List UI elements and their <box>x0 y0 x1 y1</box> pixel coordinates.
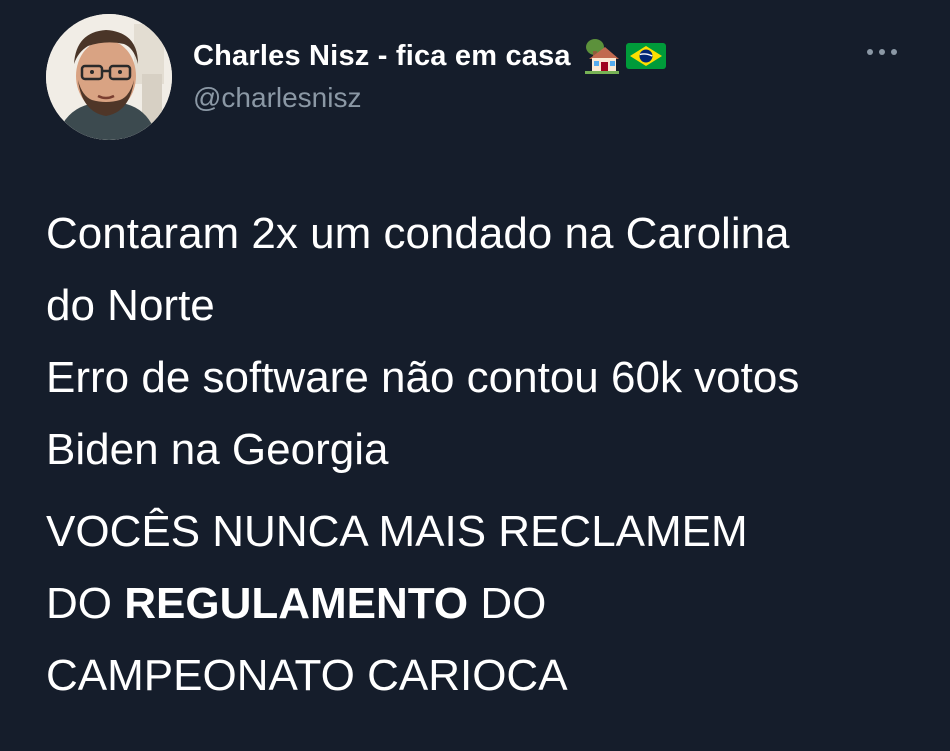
brazil-flag-icon <box>625 41 667 71</box>
tweet-line: do Norte <box>46 281 215 330</box>
author-display-name[interactable]: Charles Nisz - fica em casa <box>193 40 571 73</box>
tweet-text-segment: DO <box>468 579 547 628</box>
tweet-line: Erro de software não contou 60k votos <box>46 353 800 402</box>
tweet-line: CAMPEONATO CARIOCA <box>46 651 568 700</box>
tweet-line: Contaram 2x um condado na Carolina <box>46 209 790 258</box>
author-display-name-row[interactable]: Charles Nisz - fica em casa <box>193 36 667 76</box>
house-with-garden-icon <box>583 37 621 75</box>
more-options-icon[interactable] <box>862 38 902 66</box>
tweet-card: Charles Nisz - fica em casa @charlesnisz… <box>0 0 950 751</box>
tweet-line: VOCÊS NUNCA MAIS RECLAMEM <box>46 507 748 556</box>
tweet-paragraph: VOCÊS NUNCA MAIS RECLAMEM DO REGULAMENTO… <box>46 496 926 712</box>
tweet-bold-text: REGULAMENTO <box>124 579 469 628</box>
avatar[interactable] <box>46 14 172 140</box>
tweet-text: Contaram 2x um condado na Carolina do No… <box>46 198 926 712</box>
tweet-line: Biden na Georgia <box>46 425 389 474</box>
author-handle[interactable]: @charlesnisz <box>193 82 361 114</box>
tweet-paragraph: Contaram 2x um condado na Carolina do No… <box>46 198 926 486</box>
tweet-line: DO REGULAMENTO DO <box>46 568 926 640</box>
tweet-text-segment: DO <box>46 579 125 628</box>
